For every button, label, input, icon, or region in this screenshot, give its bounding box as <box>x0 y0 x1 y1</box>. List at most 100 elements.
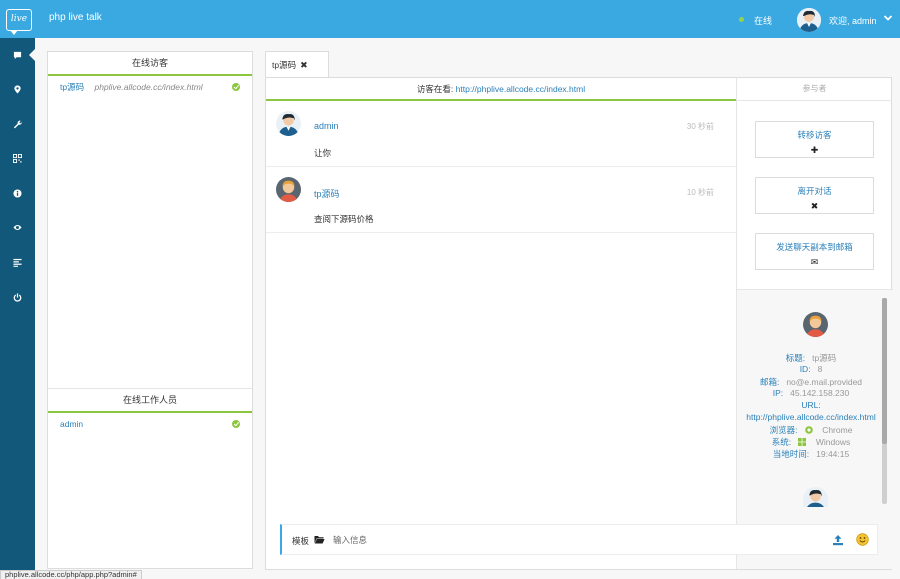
info-url-value[interactable]: http://phplive.allcode.cc/index.html <box>746 412 875 422</box>
chat-message: tp源码 10 秒前 查阅下源码价格 <box>266 167 736 233</box>
info-icon <box>13 188 22 198</box>
message-sender: tp源码 <box>314 189 340 199</box>
info-ip: IP: 45.142.158.230 <box>737 388 885 398</box>
info-title-value: tp源码 <box>812 353 837 363</box>
viewing-url-link[interactable]: http://phplive.allcode.cc/index.html <box>456 84 585 94</box>
message-text: 让你 <box>314 148 332 158</box>
info-localtime-value: 19:44:15 <box>816 449 850 459</box>
admin-avatar <box>276 111 301 136</box>
message-time: 30 秒前 <box>686 122 714 131</box>
staff-list-item[interactable]: admin <box>48 413 252 435</box>
side-nav <box>0 38 35 579</box>
windows-icon <box>798 438 807 446</box>
visitor-avatar-icon <box>276 177 301 202</box>
visitor-viewing-bar: 访客在看: http://phplive.allcode.cc/index.ht… <box>266 78 736 101</box>
envelope-icon: ✉ <box>810 257 819 267</box>
message-input[interactable] <box>333 530 813 550</box>
info-url: URL: <box>737 400 885 410</box>
info-title: 标题: tp源码 <box>737 352 885 364</box>
template-button[interactable]: 模板 <box>292 535 309 547</box>
chat-panel: 访客在看: http://phplive.allcode.cc/index.ht… <box>265 77 893 570</box>
close-icon: ✖ <box>810 201 819 211</box>
visitor-url: phplive.allcode.cc/index.html <box>94 82 203 92</box>
admin-avatar <box>803 487 828 507</box>
info-email-value: no@e.mail.provided <box>786 377 863 387</box>
tab-chat-visitor[interactable]: tp源码 ✖ <box>265 51 329 77</box>
app-logo[interactable]: live <box>6 9 32 35</box>
folder-open-icon[interactable] <box>314 535 325 544</box>
message-time: 10 秒前 <box>686 188 714 197</box>
browser-status-bar: phplive.allcode.cc/php/app.php?admin# <box>0 570 142 579</box>
nav-list[interactable] <box>0 251 35 273</box>
message-composer: 模板 <box>280 524 878 555</box>
user-avatar-icon <box>797 8 821 32</box>
eye-icon <box>13 224 22 230</box>
leave-chat-label: 离开对话 <box>797 186 832 196</box>
message-sender: admin <box>314 121 339 131</box>
check-circle-icon <box>232 420 240 428</box>
admin-avatar-icon <box>276 111 301 136</box>
participants-header: 参与者 <box>736 78 892 101</box>
info-id: ID: 8 <box>737 364 885 374</box>
check-circle-icon <box>232 83 240 91</box>
nav-monitor[interactable] <box>0 216 35 238</box>
email-transcript-label: 发送聊天副本到邮箱 <box>776 242 853 252</box>
map-marker-icon <box>14 84 21 94</box>
info-browser: 浏览器: Chrome <box>737 424 885 436</box>
online-status-dot <box>739 17 744 22</box>
info-os-value: Windows <box>815 437 851 447</box>
info-ip-label: IP: <box>772 388 784 398</box>
nav-logout[interactable] <box>0 286 35 308</box>
nav-qrcode[interactable] <box>0 147 35 169</box>
visitors-panel-title: 在线访客 <box>48 52 252 76</box>
top-bar: live php live talk 在线 欢迎, admin <box>0 0 900 38</box>
info-id-value: 8 <box>817 364 823 374</box>
visitor-list-item[interactable]: tp源码 phplive.allcode.cc/index.html <box>48 76 252 98</box>
close-icon[interactable]: ✖ <box>300 52 308 78</box>
leave-chat-button[interactable]: 离开对话 ✖ <box>755 177 874 214</box>
staff-panel: 在线工作人员 admin <box>48 388 252 435</box>
nav-chat[interactable] <box>0 44 35 66</box>
admin-avatar-icon <box>803 487 828 507</box>
list-icon <box>13 258 22 267</box>
visitor-avatar <box>803 312 828 337</box>
visitor-avatar <box>276 177 301 202</box>
chevron-down-icon[interactable] <box>883 13 893 23</box>
message-text: 查阅下源码价格 <box>314 214 374 224</box>
app-title: php live talk <box>49 12 102 23</box>
info-email-label: 邮箱: <box>759 377 780 387</box>
welcome-user-label[interactable]: 欢迎, admin <box>829 14 877 27</box>
staff-name[interactable]: admin <box>60 419 83 429</box>
emoji-icon[interactable] <box>856 533 869 546</box>
chat-icon <box>13 51 22 59</box>
online-status-label[interactable]: 在线 <box>754 14 772 27</box>
info-url-label: URL: <box>801 400 821 410</box>
tab-label: tp源码 <box>272 60 297 70</box>
info-url-value-line[interactable]: http://phplive.allcode.cc/index.html <box>737 412 885 422</box>
info-os: 系统: Windows <box>737 436 885 448</box>
info-browser-label: 浏览器: <box>769 425 798 435</box>
nav-location[interactable] <box>0 78 35 100</box>
info-localtime: 当地时间: 19:44:15 <box>737 448 885 460</box>
info-scrollbar-thumb[interactable] <box>882 298 887 444</box>
email-transcript-button[interactable]: 发送聊天副本到邮箱 ✉ <box>755 233 874 270</box>
upload-icon[interactable] <box>832 534 844 546</box>
info-id-label: ID: <box>799 364 811 374</box>
qrcode-icon <box>13 153 22 163</box>
info-os-label: 系统: <box>771 437 792 447</box>
info-localtime-label: 当地时间: <box>772 449 810 459</box>
visitors-panel: 在线访客 tp源码 phplive.allcode.cc/index.html … <box>47 51 253 569</box>
nav-settings[interactable] <box>0 113 35 135</box>
user-avatar[interactable] <box>797 8 821 32</box>
viewing-label: 访客在看: <box>416 84 454 94</box>
nav-info[interactable] <box>0 182 35 204</box>
chrome-icon <box>805 426 813 434</box>
plus-icon: ✚ <box>810 145 819 155</box>
staff-panel-title: 在线工作人员 <box>48 389 252 413</box>
info-title-label: 标题: <box>785 353 806 363</box>
app-window: live php live talk 在线 欢迎, admin 在线访客 tp源… <box>0 0 900 579</box>
info-ip-value: 45.142.158.230 <box>790 388 850 398</box>
transfer-visitor-label: 转移访客 <box>797 130 832 140</box>
visitor-name[interactable]: tp源码 <box>60 82 84 92</box>
transfer-visitor-button[interactable]: 转移访客 ✚ <box>755 121 874 158</box>
